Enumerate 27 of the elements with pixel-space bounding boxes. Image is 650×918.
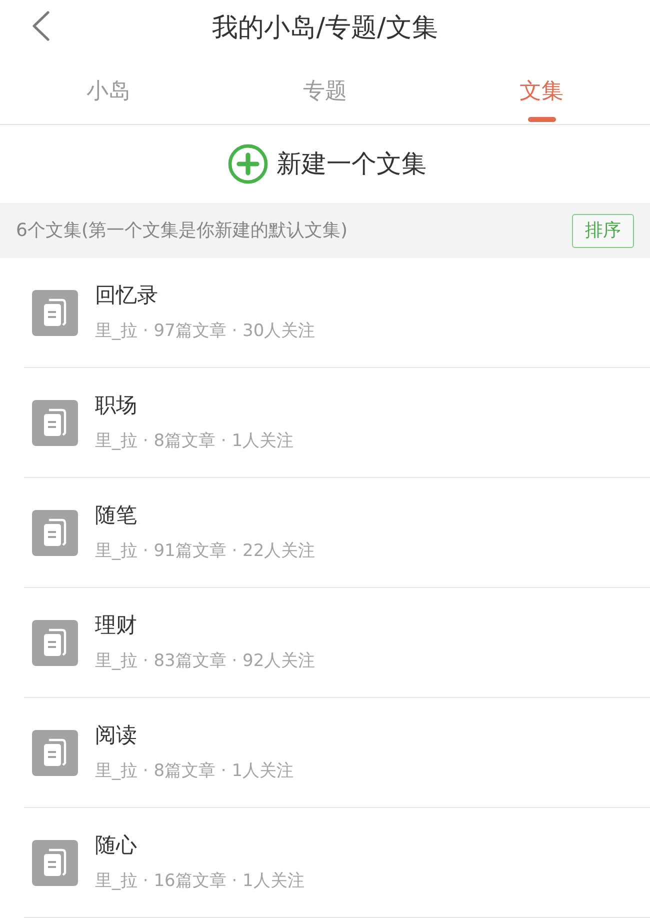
tab[interactable]: 专题 [216, 56, 434, 124]
collection-title: 理财 [95, 612, 137, 638]
tab[interactable]: 文集 [433, 56, 650, 124]
collection-title: 阅读 [95, 722, 137, 748]
summary-text: 6个文集(第一个文集是你新建的默认文集) [16, 218, 348, 242]
document-stack-icon [32, 620, 78, 666]
tab[interactable]: 小岛 [0, 56, 217, 124]
page-title: 我的小岛/专题/文集 [211, 12, 439, 45]
collection-title: 随笔 [95, 502, 137, 528]
collection-meta: 里_拉 · 16篇文章 · 1人关注 [95, 870, 304, 892]
back-icon[interactable] [31, 11, 51, 41]
document-stack-icon [32, 730, 78, 776]
collection-meta: 里_拉 · 97篇文章 · 30人关注 [95, 320, 316, 342]
collection-meta: 里_拉 · 8篇文章 · 1人关注 [95, 760, 294, 782]
sort-button[interactable]: 排序 [572, 214, 634, 248]
collection-title: 回忆录 [95, 282, 158, 308]
collection-title: 职场 [95, 392, 137, 418]
document-stack-icon [32, 290, 78, 336]
collection-meta: 里_拉 · 83篇文章 · 92人关注 [95, 650, 316, 672]
collection-meta: 里_拉 · 91篇文章 · 22人关注 [95, 540, 316, 562]
document-stack-icon [32, 840, 78, 886]
collection-meta: 里_拉 · 8篇文章 · 1人关注 [95, 430, 294, 452]
document-stack-icon [32, 510, 78, 556]
new-collection-button[interactable]: 新建一个文集 [228, 144, 426, 184]
collection-title: 随心 [95, 832, 137, 858]
document-stack-icon [32, 400, 78, 446]
plus-circle-icon [228, 144, 268, 184]
